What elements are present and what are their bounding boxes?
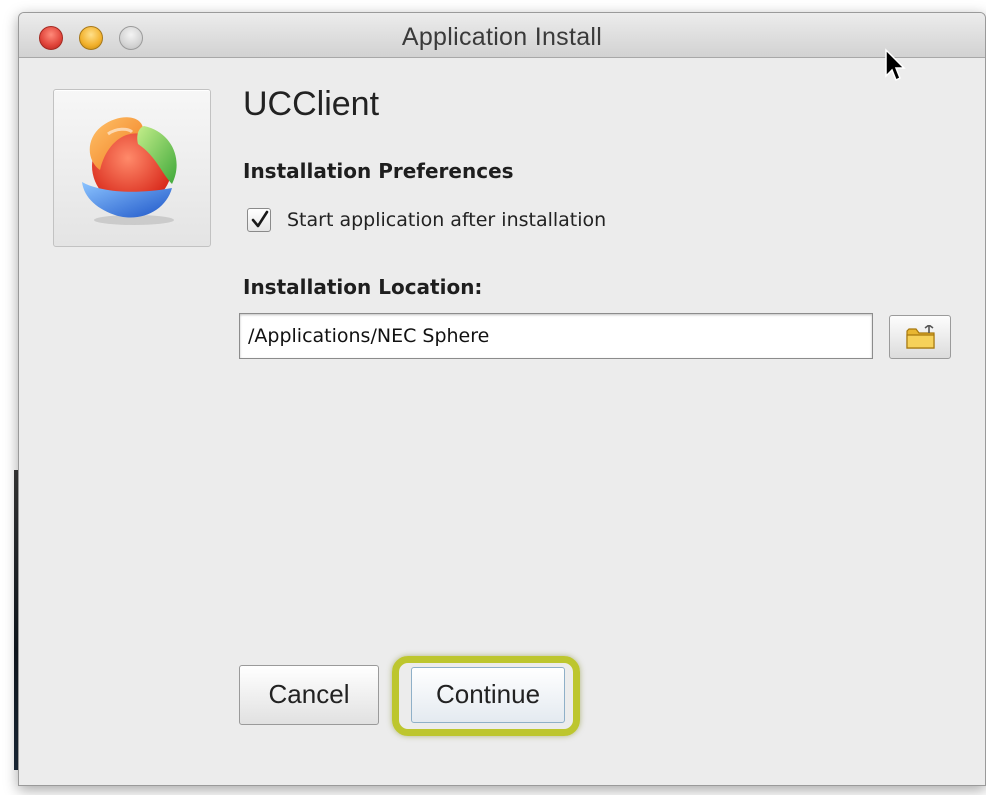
app-logo-icon [82,117,177,225]
cancel-button[interactable]: Cancel [239,665,379,725]
mouse-pointer-icon [885,48,906,82]
continue-button[interactable]: Continue [411,667,565,723]
start-after-install-checkbox[interactable] [247,208,271,232]
installation-preferences-heading: Installation Preferences [243,159,514,183]
install-dialog: Application Install UCClient Installatio… [18,12,986,786]
checkmark-icon [251,210,269,228]
start-after-install-label: Start application after installation [287,209,607,231]
window-title: Application Install [401,23,603,51]
app-icon-frame [53,89,211,247]
folder-icon [906,325,935,349]
start-after-install-option[interactable]: Start application after installation [247,206,606,234]
title-bar: Application Install [19,13,985,58]
browse-folder-button[interactable] [889,315,951,359]
installation-location-heading: Installation Location: [243,275,483,299]
app-name: UCClient [243,85,380,123]
installation-location-field[interactable] [239,313,873,359]
